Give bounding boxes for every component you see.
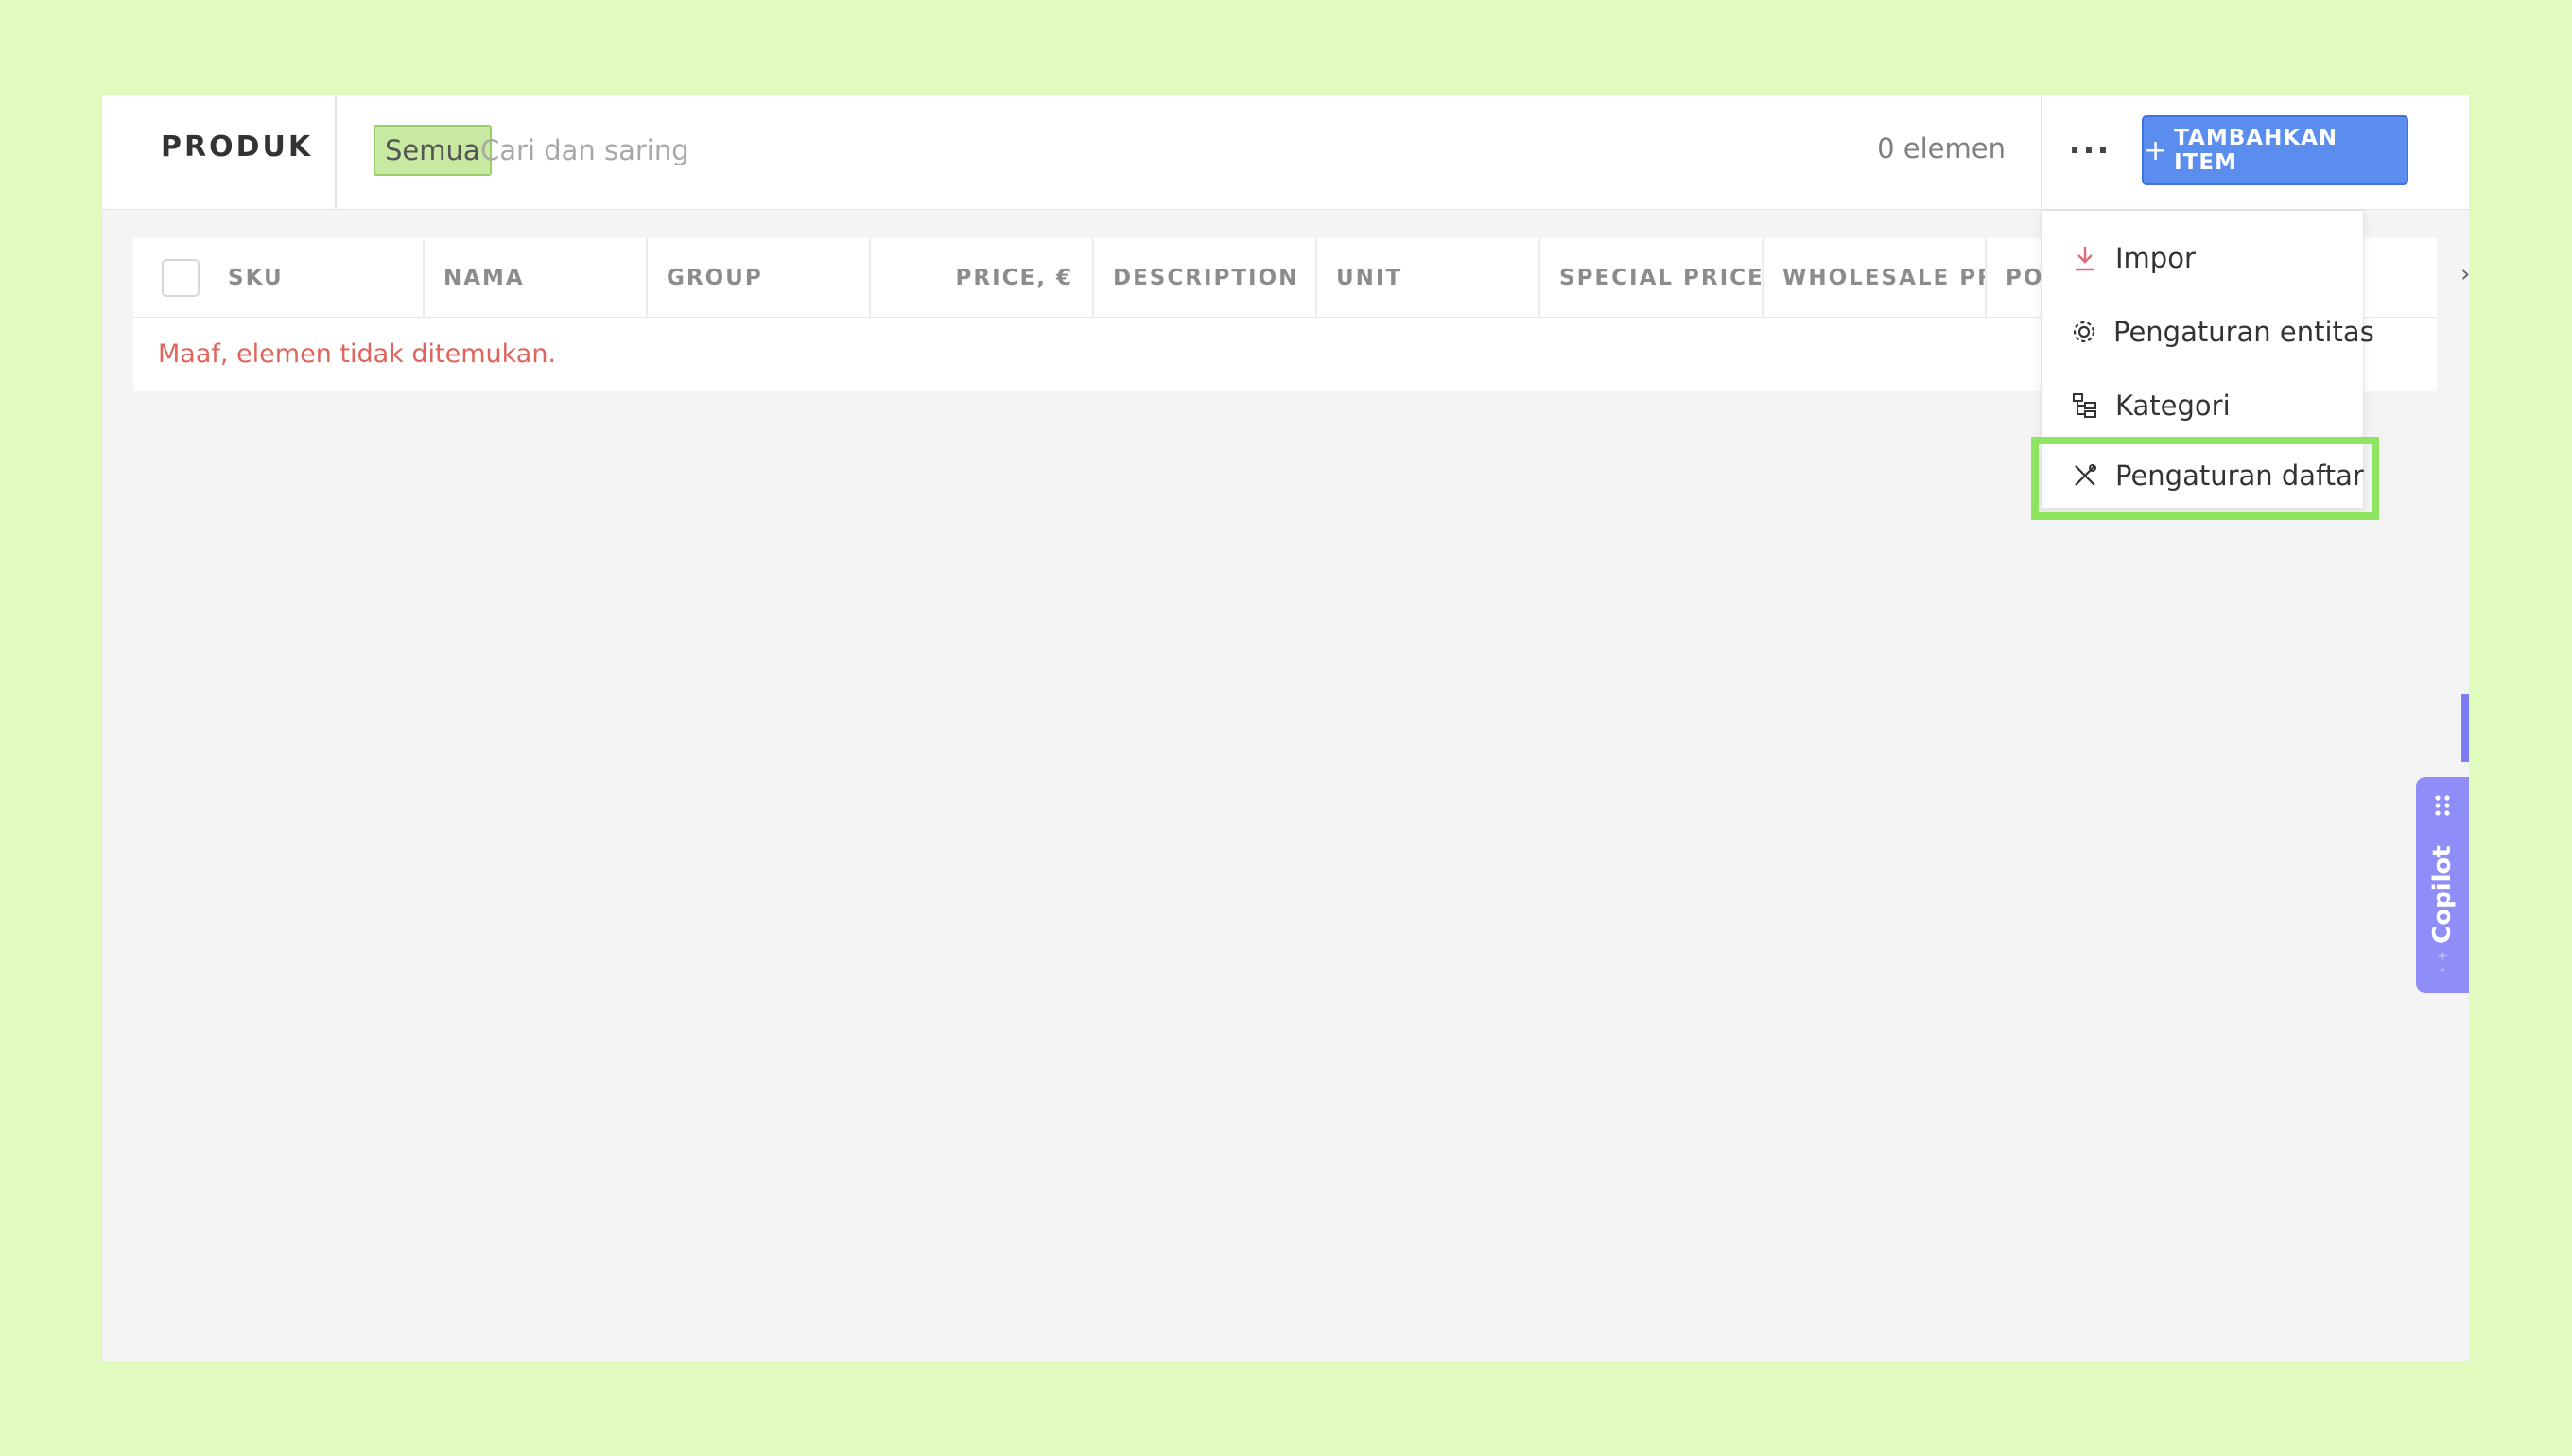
column-header-group[interactable]: GROUP bbox=[646, 238, 869, 318]
top-bar: PRODUK Semua 0 elemen ... + TAMBAHKAN IT… bbox=[102, 95, 2469, 210]
menu-item-entity-settings[interactable]: Pengaturan entitas bbox=[2042, 296, 2374, 368]
sparkle-icon bbox=[2437, 949, 2448, 974]
item-count: 0 elemen bbox=[1877, 132, 2006, 165]
app-window: PRODUK Semua 0 elemen ... + TAMBAHKAN IT… bbox=[102, 95, 2469, 1361]
side-panel-handle[interactable] bbox=[2461, 694, 2469, 762]
add-item-label: TAMBAHKAN ITEM bbox=[2174, 126, 2338, 175]
select-all-checkbox[interactable] bbox=[162, 259, 200, 297]
filter-chip-all[interactable]: Semua bbox=[374, 125, 492, 176]
title-cell: PRODUK bbox=[102, 95, 337, 210]
add-item-button[interactable]: + TAMBAHKAN ITEM bbox=[2142, 115, 2408, 185]
menu-item-import[interactable]: Impor bbox=[2042, 222, 2365, 294]
more-icon: ... bbox=[2068, 124, 2111, 162]
tools-icon bbox=[2070, 460, 2100, 491]
menu-item-label: Pengaturan entitas bbox=[2113, 316, 2374, 348]
more-options-menu: Impor Pengaturan entitas Kategori Pengat… bbox=[2041, 210, 2374, 511]
column-header-sku[interactable]: SKU bbox=[209, 238, 302, 318]
column-header-description[interactable]: DESCRIPTION bbox=[1092, 238, 1315, 318]
menu-item-label: Kategori bbox=[2115, 390, 2231, 422]
gear-icon bbox=[2070, 317, 2098, 347]
download-icon bbox=[2070, 243, 2100, 273]
column-header-nama[interactable]: NAMA bbox=[423, 238, 646, 318]
copilot-button[interactable]: Copilot bbox=[2416, 777, 2469, 993]
scroll-right-icon[interactable]: › bbox=[2460, 260, 2469, 288]
more-options-button[interactable]: ... bbox=[2063, 123, 2116, 176]
drag-handle-icon[interactable] bbox=[2433, 794, 2452, 817]
column-header-price[interactable]: PRICE, € bbox=[869, 238, 1092, 318]
actions-cell: ... + TAMBAHKAN ITEM bbox=[2041, 95, 2469, 210]
plus-icon: + bbox=[2144, 133, 2169, 167]
menu-item-label: Pengaturan daftar bbox=[2115, 459, 2364, 492]
column-header-special-price[interactable]: SPECIAL PRICE bbox=[1538, 238, 1762, 318]
hierarchy-icon bbox=[2070, 390, 2100, 421]
menu-item-list-settings[interactable]: Pengaturan daftar bbox=[2042, 440, 2365, 511]
column-header-wholesale-price[interactable]: WHOLESALE PR bbox=[1762, 238, 1985, 318]
page-title: PRODUK bbox=[161, 130, 314, 164]
copilot-label: Copilot bbox=[2428, 845, 2457, 944]
menu-item-categories[interactable]: Kategori bbox=[2042, 370, 2365, 442]
search-input[interactable] bbox=[480, 125, 1615, 176]
menu-item-label: Impor bbox=[2115, 242, 2196, 274]
column-header-unit[interactable]: UNIT bbox=[1315, 238, 1538, 318]
